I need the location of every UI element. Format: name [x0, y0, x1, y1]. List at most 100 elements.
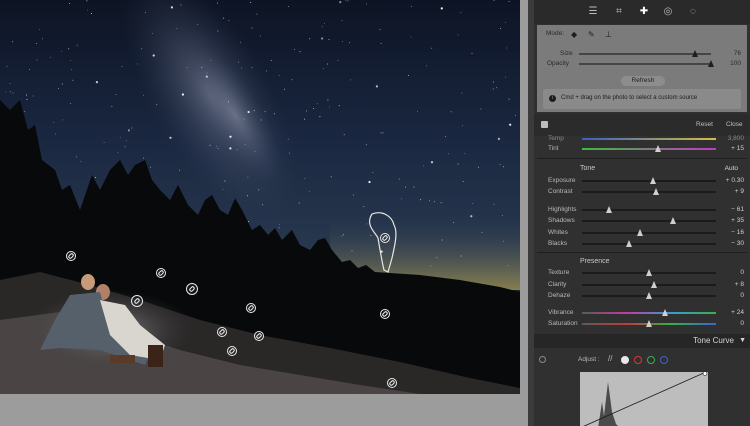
- tint-value[interactable]: + 15: [731, 144, 744, 154]
- size-value[interactable]: 76: [734, 49, 741, 59]
- saturation-slider[interactable]: [582, 320, 716, 327]
- star: [450, 111, 452, 113]
- healing-spot-pin[interactable]: [380, 233, 390, 243]
- point-curve-white[interactable]: [621, 356, 629, 364]
- mask-circle-icon[interactable]: ◌: [687, 6, 699, 18]
- size-slider[interactable]: [579, 50, 711, 57]
- tint-slider[interactable]: [582, 145, 716, 152]
- crop-icon[interactable]: ⌗: [613, 6, 625, 18]
- shadows-slider[interactable]: [582, 217, 716, 224]
- star: [264, 111, 266, 113]
- healing-spot-pin[interactable]: [387, 378, 397, 388]
- healing-spot-pin[interactable]: [227, 346, 237, 356]
- saturation-slider-handle[interactable]: [646, 320, 652, 327]
- shadows-slider-handle[interactable]: [670, 217, 677, 224]
- collapse-arrow-icon[interactable]: ▼: [739, 336, 746, 346]
- highlights-slider[interactable]: [582, 206, 716, 213]
- blacks-value[interactable]: − 30: [731, 239, 744, 249]
- blacks-slider-handle[interactable]: [625, 240, 632, 247]
- curve-endpoint[interactable]: [702, 372, 708, 376]
- tool-toggle-icon[interactable]: [541, 121, 548, 128]
- healing-spot-pin[interactable]: [380, 309, 390, 319]
- star: [262, 204, 264, 206]
- highlights-value[interactable]: − 61: [731, 205, 744, 215]
- star: [91, 13, 93, 14]
- blacks-slider[interactable]: [582, 240, 716, 247]
- content-aware-icon[interactable]: ⊥: [605, 30, 612, 39]
- star: [152, 54, 155, 57]
- refresh-button[interactable]: Refresh: [621, 76, 665, 86]
- point-curve-red[interactable]: [634, 356, 642, 364]
- tone-curve-header[interactable]: Tone Curve ▼: [534, 334, 750, 348]
- dehaze-slider-handle[interactable]: [646, 292, 652, 299]
- heal-icon[interactable]: ✎: [588, 30, 595, 39]
- bandage-icon[interactable]: ✚: [638, 6, 650, 18]
- highlights-slider-handle[interactable]: [605, 206, 612, 213]
- dehaze-value[interactable]: 0: [740, 291, 744, 301]
- star: [507, 265, 509, 267]
- whites-slider[interactable]: [582, 229, 716, 236]
- healing-spot-pin[interactable]: [254, 331, 264, 341]
- dehaze-slider[interactable]: [582, 292, 716, 299]
- texture-value[interactable]: 0: [740, 268, 744, 278]
- temp-value[interactable]: 3,800: [728, 134, 744, 144]
- exposure-slider-handle[interactable]: [650, 177, 657, 184]
- clarity-value[interactable]: + 8: [735, 280, 744, 290]
- texture-slider-handle[interactable]: [646, 269, 652, 276]
- contrast-slider[interactable]: [582, 188, 716, 195]
- tint-slider-handle[interactable]: [655, 145, 662, 152]
- star: [324, 22, 325, 24]
- parametric-curve-icon[interactable]: //: [608, 354, 612, 363]
- auto-button[interactable]: Auto: [725, 164, 738, 174]
- star: [453, 221, 455, 223]
- clarity-slider-handle[interactable]: [651, 281, 658, 288]
- whites-slider-handle[interactable]: [636, 229, 643, 236]
- star: [420, 199, 422, 201]
- opacity-slider-handle[interactable]: [708, 60, 714, 67]
- star: [506, 47, 508, 49]
- adjust-label: Adjust :: [578, 356, 600, 363]
- curve-visibility-icon[interactable]: [539, 356, 546, 363]
- contrast-slider-handle[interactable]: [652, 188, 659, 195]
- vibrance-slider[interactable]: [582, 309, 716, 316]
- exposure-value[interactable]: + 0.30: [726, 176, 744, 186]
- star: [228, 19, 230, 21]
- reset-button[interactable]: Reset: [696, 119, 713, 131]
- star: [323, 68, 325, 70]
- point-curve-blue[interactable]: [660, 356, 668, 364]
- star: [244, 144, 246, 146]
- contrast-value[interactable]: + 9: [735, 187, 744, 197]
- vibrance-value[interactable]: + 24: [731, 308, 744, 318]
- opacity-value[interactable]: 100: [730, 59, 741, 69]
- clone-icon[interactable]: ◆: [571, 30, 577, 39]
- exposure-slider[interactable]: [582, 177, 716, 184]
- healing-spot-pin[interactable]: [131, 295, 143, 307]
- whites-value[interactable]: − 16: [731, 228, 744, 238]
- photo-canvas[interactable]: [0, 0, 520, 394]
- star: [426, 65, 427, 67]
- healing-spot-pin[interactable]: [66, 251, 76, 261]
- healing-spot-pin[interactable]: [217, 327, 227, 337]
- star: [143, 157, 145, 159]
- saturation-value[interactable]: 0: [740, 319, 744, 329]
- healing-spot-pin[interactable]: [186, 283, 198, 295]
- healing-spot-pin[interactable]: [246, 303, 256, 313]
- red-eye-icon[interactable]: ◎: [662, 6, 674, 18]
- temp-slider[interactable]: [582, 138, 716, 140]
- tone-curve-graph[interactable]: [580, 372, 708, 426]
- opacity-slider[interactable]: [579, 60, 714, 67]
- vibrance-slider-handle[interactable]: [662, 309, 669, 316]
- whites-row: Whites − 16: [534, 228, 750, 238]
- shadows-value[interactable]: + 35: [731, 216, 744, 226]
- healing-spot-pin[interactable]: [156, 268, 166, 278]
- sliders-icon[interactable]: ☰: [587, 6, 599, 18]
- clarity-slider[interactable]: [582, 281, 716, 288]
- curve-svg: [583, 372, 708, 426]
- texture-slider[interactable]: [582, 269, 716, 276]
- close-button[interactable]: Close: [726, 119, 743, 131]
- size-slider-handle[interactable]: [692, 50, 699, 57]
- star: [150, 166, 152, 168]
- star: [304, 178, 306, 179]
- star: [326, 63, 328, 65]
- point-curve-green[interactable]: [647, 356, 655, 364]
